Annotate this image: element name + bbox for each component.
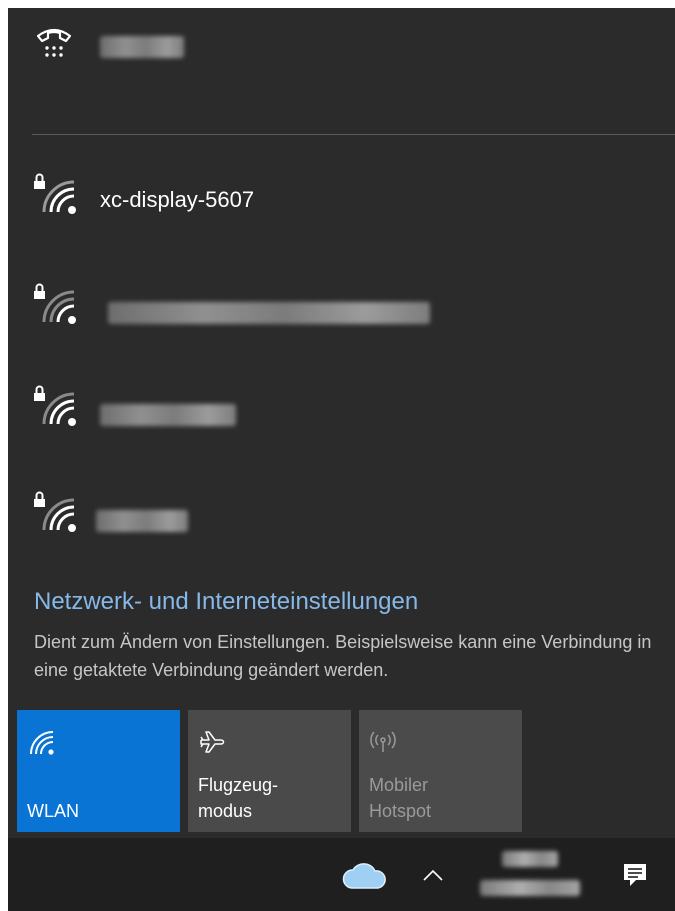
wifi-network-item[interactable]: ████████████ (8, 268, 675, 368)
divider (32, 134, 675, 135)
wifi-network-name: ████ (96, 510, 188, 532)
network-flyout: ████ xc-display-5607 ████████████ (8, 8, 675, 838)
tile-label: WLAN (27, 798, 79, 824)
tile-label: Mobiler Hotspot (369, 772, 431, 824)
airplane-mode-tile[interactable]: Flugzeug- modus (188, 710, 351, 832)
onedrive-cloud-icon[interactable] (342, 860, 388, 890)
wifi-icon (30, 731, 54, 755)
wifi-secured-icon (34, 173, 76, 214)
dialup-phone-icon (36, 28, 72, 57)
wifi-secured-icon (34, 491, 76, 532)
network-settings-link[interactable]: Netzwerk- und Interneteinstellungen (34, 588, 418, 616)
wifi-network-name: ████████████ (108, 302, 430, 324)
dialup-connection-item[interactable]: ████ (8, 8, 675, 88)
taskbar: █████ ██████████ (8, 838, 675, 911)
hotspot-icon (370, 731, 396, 752)
airplane-icon (200, 731, 225, 753)
wlan-toggle-tile[interactable]: WLAN (17, 710, 180, 832)
wifi-network-item[interactable]: ██████ (8, 370, 675, 470)
tile-label-line: Hotspot (369, 801, 432, 821)
clock[interactable]: █████ ██████████ (464, 838, 594, 911)
chevron-up-icon[interactable] (422, 868, 444, 882)
wifi-secured-icon (34, 283, 76, 324)
tile-label-line: Flugzeug- (198, 775, 279, 795)
wifi-network-name: ██████ (100, 404, 236, 426)
tile-label-line: WLAN (27, 801, 80, 821)
network-settings-description: Dient zum Ändern von Einstellungen. Beis… (34, 632, 652, 680)
tile-label: Flugzeug- modus (198, 772, 278, 824)
wifi-secured-icon (34, 385, 76, 426)
mobile-hotspot-tile[interactable]: Mobiler Hotspot (359, 710, 522, 832)
clock-time: █████ (502, 851, 558, 867)
wifi-network-item[interactable]: ████ (8, 476, 675, 576)
clock-date: ██████████ (480, 880, 580, 896)
wifi-network-item[interactable]: xc-display-5607 (8, 158, 675, 258)
dialup-name: ████ (100, 36, 184, 58)
wifi-network-name: xc-display-5607 (100, 187, 255, 212)
action-center-icon[interactable] (622, 862, 648, 888)
tile-label-line: Mobiler (369, 775, 429, 795)
tile-label-line: modus (198, 801, 253, 821)
